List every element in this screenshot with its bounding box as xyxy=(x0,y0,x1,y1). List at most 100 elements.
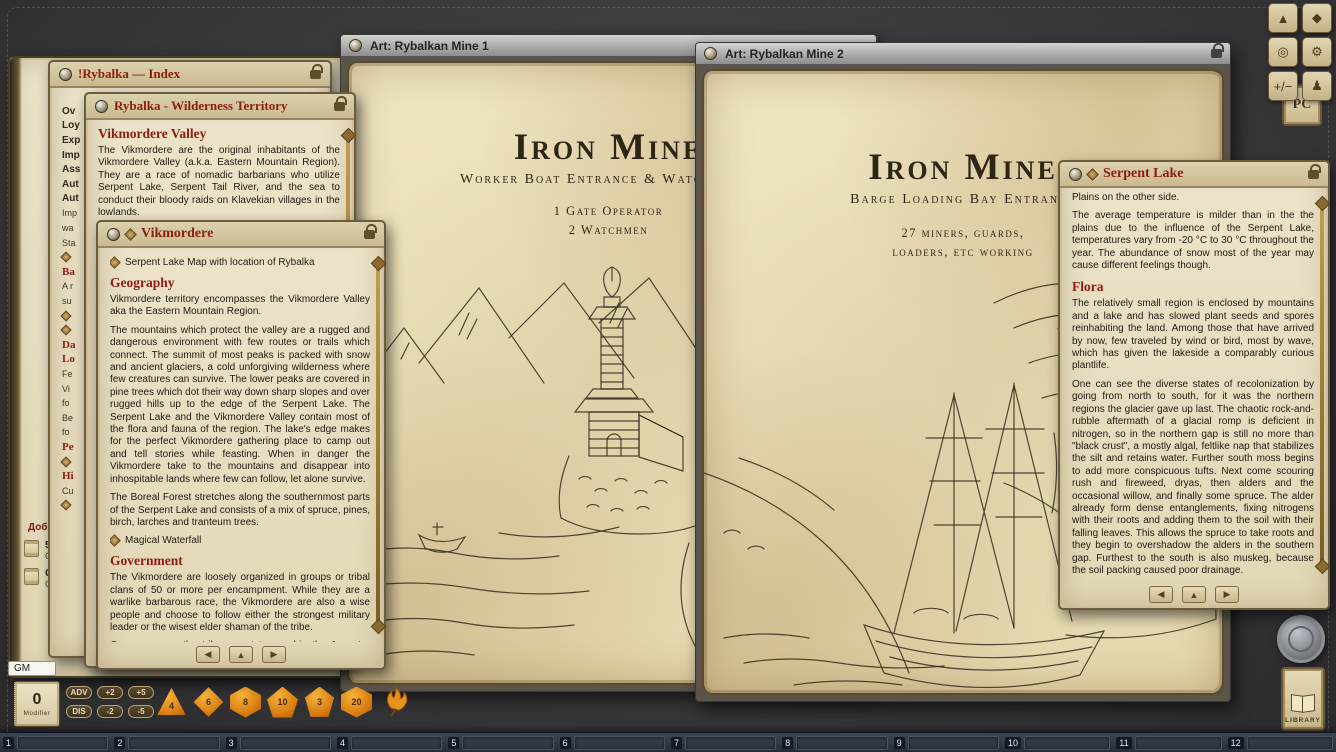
vikmordere-window-titlebar[interactable]: Vikmordere xyxy=(98,222,384,248)
vikmordere-window: Vikmordere Serpent Lake Map with locatio… xyxy=(96,220,386,670)
hotbar-slot[interactable]: 8 xyxy=(779,733,890,752)
sidebar-library-button[interactable]: LIBRARY xyxy=(1281,667,1325,731)
window-title: Serpent Lake xyxy=(1103,166,1184,182)
hotbar-slot[interactable]: 11 xyxy=(1113,733,1224,752)
minus5-button[interactable]: -5 xyxy=(128,705,154,718)
book-icon xyxy=(1291,695,1315,711)
hotbar-slot-number: 11 xyxy=(1116,737,1131,749)
hotbar-slot-body[interactable] xyxy=(796,736,887,750)
map-link[interactable]: Serpent Lake Map with location of Rybalk… xyxy=(110,257,370,268)
wilderness-window-titlebar[interactable]: Rybalka - Wilderness Territory xyxy=(86,94,354,120)
hotbar-slot-body[interactable] xyxy=(240,736,331,750)
nav-next-button[interactable]: ▶ xyxy=(262,646,286,663)
hotbar-slot[interactable]: 9 xyxy=(891,733,1002,752)
hotbar-slot-number: 9 xyxy=(894,737,905,749)
nav-prev-button[interactable]: ◀ xyxy=(1149,586,1173,603)
paragraph: The average temperature is milder than i… xyxy=(1072,210,1314,272)
hotbar-slot[interactable]: 10 xyxy=(1002,733,1113,752)
hotbar-slot-body[interactable] xyxy=(574,736,665,750)
hotbar-slot[interactable]: 1 xyxy=(0,733,111,752)
hotbar-slot-body[interactable] xyxy=(351,736,442,750)
d6-die[interactable]: 6 xyxy=(193,687,224,718)
hotbar-slot-body[interactable] xyxy=(685,736,776,750)
record-diamond-icon xyxy=(60,325,71,336)
die-face-value: 20 xyxy=(351,697,361,707)
lock-icon[interactable] xyxy=(364,230,375,239)
hotbar-slot-body[interactable] xyxy=(908,736,999,750)
nav-up-button[interactable]: ▲ xyxy=(229,646,253,663)
hotbar-slot[interactable]: 5 xyxy=(445,733,556,752)
lock-icon[interactable] xyxy=(1308,170,1319,179)
hotbar-slot[interactable]: 6 xyxy=(557,733,668,752)
hotbar-slot-number: 5 xyxy=(448,737,459,749)
hotbar-slot-body[interactable] xyxy=(1024,736,1110,750)
hotbar-slot-body[interactable] xyxy=(1247,736,1333,750)
d8-die[interactable]: 8 xyxy=(230,687,261,718)
hotbar-slot-body[interactable] xyxy=(17,736,108,750)
d8-die-button[interactable]: ◆ xyxy=(1302,3,1332,33)
character-button[interactable]: ♟ xyxy=(1302,71,1332,101)
target-button[interactable]: ◎ xyxy=(1268,37,1298,67)
paragraph: One can see the diverse states of recolo… xyxy=(1072,379,1314,578)
plus5-button[interactable]: +5 xyxy=(128,686,154,699)
speaker-identity-box[interactable]: GM xyxy=(8,661,56,676)
forge-medallion-button[interactable] xyxy=(1277,615,1325,663)
hotbar-slot[interactable]: 2 xyxy=(111,733,222,752)
waterfall-link-icon xyxy=(110,534,121,547)
d4-die-button[interactable]: ▲ xyxy=(1268,3,1298,33)
lock-icon[interactable] xyxy=(310,70,321,79)
nav-prev-button[interactable]: ◀ xyxy=(196,646,220,663)
lock-icon[interactable] xyxy=(334,102,345,111)
plus-minus-button[interactable]: +/− xyxy=(1268,71,1298,101)
lock-icon[interactable] xyxy=(1211,49,1222,58)
radial-menu-button[interactable] xyxy=(1069,168,1082,181)
art-window-titlebar[interactable]: Art: Rybalkan Mine 2 xyxy=(696,43,1230,65)
paragraph: The relatively small region is enclosed … xyxy=(1072,298,1314,372)
hotbar-slot[interactable]: 7 xyxy=(668,733,779,752)
radial-menu-button[interactable] xyxy=(349,39,362,52)
waterfall-link[interactable]: Magical Waterfall xyxy=(110,535,370,546)
modifier-label: Modifier xyxy=(23,710,50,717)
window-title: !Rybalka — Index xyxy=(78,66,180,82)
index-window-titlebar[interactable]: !Rybalka — Index xyxy=(50,62,330,88)
nav-up-button[interactable]: ▲ xyxy=(1182,586,1206,603)
hotbar-slot-number: 4 xyxy=(337,737,348,749)
roll-modifier-buttons: ADV DIS +2 -2 +5 -5 xyxy=(66,686,154,718)
serpent-window-titlebar[interactable]: Serpent Lake xyxy=(1060,162,1328,188)
paragraph: Plains on the other side. xyxy=(1072,192,1314,204)
torch-pointer-icon[interactable] xyxy=(382,686,410,718)
d10-die[interactable]: 10 xyxy=(267,687,298,718)
d4-die[interactable]: 4 xyxy=(156,687,187,718)
die-face-value: 4 xyxy=(169,701,174,711)
nav-next-button[interactable]: ▶ xyxy=(1215,586,1239,603)
section-heading: Flora xyxy=(1072,279,1314,295)
scrollbar[interactable] xyxy=(376,268,380,622)
advantage-button[interactable]: ADV xyxy=(66,686,92,699)
scrollbar[interactable] xyxy=(1320,208,1324,562)
die-face-value: 8 xyxy=(243,697,248,707)
hotbar-slot[interactable]: 3 xyxy=(223,733,334,752)
hotbar-slot[interactable]: 4 xyxy=(334,733,445,752)
hotbar-slot-body[interactable] xyxy=(462,736,553,750)
d20-die[interactable]: 20 xyxy=(341,687,372,718)
radial-menu-button[interactable] xyxy=(59,68,72,81)
hotbar-slot-body[interactable] xyxy=(128,736,219,750)
settings-button[interactable]: ⚙ xyxy=(1302,37,1332,67)
hotbar-slot-body[interactable] xyxy=(1135,736,1222,750)
scroll-icon xyxy=(24,568,39,585)
d12-die[interactable]: 3 xyxy=(304,687,335,718)
radial-menu-button[interactable] xyxy=(107,228,120,241)
serpent-lake-window: Serpent Lake Plains on the other side. T… xyxy=(1058,160,1330,610)
modifier-box[interactable]: 0 Modifier xyxy=(14,681,60,727)
paragraph: The Vikmordere are the original inhabita… xyxy=(98,145,340,219)
hotbar: 1 2 3 4 5 6 xyxy=(0,732,1336,752)
plus2-button[interactable]: +2 xyxy=(97,686,123,699)
section-heading: Government xyxy=(110,553,370,569)
hotbar-slot[interactable]: 12 xyxy=(1225,733,1336,752)
minus2-button[interactable]: -2 xyxy=(97,705,123,718)
radial-menu-button[interactable] xyxy=(95,100,108,113)
record-diamond-icon xyxy=(60,500,71,511)
disadvantage-button[interactable]: DIS xyxy=(66,705,92,718)
waterfall-link-label: Magical Waterfall xyxy=(125,535,201,546)
radial-menu-button[interactable] xyxy=(704,47,717,60)
